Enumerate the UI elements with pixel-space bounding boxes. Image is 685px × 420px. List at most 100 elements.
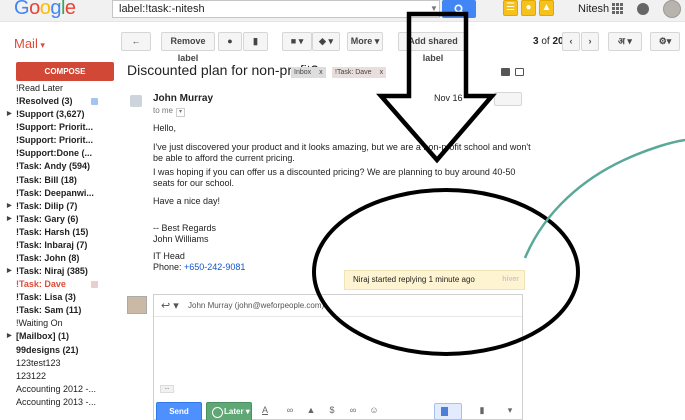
sidebar-label-text: !Task: John (8) bbox=[16, 253, 80, 264]
reply-recipient[interactable]: John Murray (john@weforpeople.com) bbox=[188, 301, 324, 310]
phone-line: Phone: +650-242-9081 bbox=[153, 262, 245, 274]
new-window-icon[interactable] bbox=[515, 68, 524, 76]
expand-label-icon[interactable]: ▶ bbox=[7, 265, 12, 278]
remove-chip-icon[interactable]: x bbox=[319, 69, 323, 76]
label-chip-task-dave[interactable]: !Task: Dave x bbox=[332, 67, 387, 78]
person-extension-icon[interactable]: ▲ bbox=[539, 0, 554, 16]
sidebar-label-item[interactable]: !Task: Bill (18) bbox=[0, 174, 120, 187]
insert-money-icon[interactable]: $ bbox=[327, 405, 337, 416]
send-button[interactable]: Send bbox=[156, 402, 202, 420]
sidebar-label-item[interactable]: !Task: Lisa (3) bbox=[0, 291, 120, 304]
sidebar-label-item[interactable]: ▶ !Task: Gary (6) bbox=[0, 213, 120, 226]
search-input[interactable]: label:!task:-nitesh bbox=[112, 0, 440, 18]
sidebar-label-item[interactable]: ▶ [Mailbox] (1) bbox=[0, 330, 120, 343]
bell-extension-icon[interactable]: ● bbox=[521, 0, 536, 16]
message-date: Nov 16 bbox=[434, 93, 463, 103]
sidebar-label-item[interactable]: !Support:Done (... bbox=[0, 147, 120, 160]
label-color-swatch[interactable] bbox=[91, 98, 98, 106]
phone-link[interactable]: +650-242-9081 bbox=[184, 262, 245, 272]
mail-switcher[interactable]: Mail bbox=[14, 36, 45, 51]
sidebar-label-item[interactable]: ▶ !Task: Dilip (7) bbox=[0, 200, 120, 213]
sidebar-label-item[interactable]: 123test123 bbox=[0, 357, 120, 370]
discard-draft-trash-icon[interactable]: ▮ bbox=[477, 405, 487, 416]
sidebar-label-item[interactable]: !Task: Deepanwi... bbox=[0, 187, 120, 200]
expand-label-icon[interactable]: ▶ bbox=[7, 330, 12, 343]
sidebar-label-text: !Task: Inbaraj (7) bbox=[16, 239, 88, 250]
more-options-caret-icon[interactable]: ▾ bbox=[505, 405, 515, 416]
pager-current: 3 bbox=[533, 36, 539, 47]
user-name[interactable]: Nitesh bbox=[578, 3, 609, 15]
remove-chip-icon[interactable]: x bbox=[380, 69, 384, 76]
more-button[interactable]: More ▾ bbox=[347, 32, 383, 51]
sidebar-label-item[interactable]: !Task: Dave bbox=[0, 278, 120, 291]
sidebar-label-text: Accounting 2013 -... bbox=[16, 396, 97, 407]
sidebar-label-item[interactable]: !Waiting On bbox=[0, 317, 120, 330]
sidebar-label-item[interactable]: ▶ !Support (3,627) bbox=[0, 108, 120, 121]
attach-files-icon[interactable]: ∞ bbox=[285, 405, 295, 416]
annotation-curve bbox=[523, 138, 685, 259]
send-later-button[interactable]: Later ▾ bbox=[206, 402, 252, 420]
sidebar-label-item[interactable]: !Support: Priorit... bbox=[0, 134, 120, 147]
reply-dropdown-button[interactable] bbox=[494, 92, 522, 106]
sidebar-label-item[interactable]: !Task: Sam (11) bbox=[0, 304, 120, 317]
sidebar-label-text: [Mailbox] (1) bbox=[16, 331, 69, 342]
sidebar-label-item[interactable]: !Task: Andy (594) bbox=[0, 160, 120, 173]
label-color-swatch[interactable] bbox=[91, 281, 98, 289]
search-options-caret-icon[interactable]: ▼ bbox=[430, 4, 438, 13]
sidebar-label-text: !Resolved (3) bbox=[16, 96, 73, 107]
remove-label-button[interactable]: Remove label bbox=[161, 32, 215, 63]
google-logo[interactable]: Google bbox=[14, 0, 76, 20]
settings-gear-icon[interactable]: ⚙▾ bbox=[650, 32, 680, 51]
body-line: IT Head bbox=[153, 251, 185, 261]
layers-extension-icon[interactable]: ☰ bbox=[503, 0, 518, 16]
expand-label-icon[interactable]: ▶ bbox=[7, 108, 12, 121]
search-icon bbox=[454, 4, 465, 15]
sidebar-label-item[interactable]: 123122 bbox=[0, 370, 120, 383]
sidebar-label-text: !Support: Priorit... bbox=[16, 135, 93, 146]
delete-trash-icon[interactable]: ▮ bbox=[243, 32, 268, 51]
sidebar-label-item[interactable]: !Task: John (8) bbox=[0, 252, 120, 265]
more-button-label: More bbox=[350, 36, 373, 46]
formatting-options-icon[interactable]: A bbox=[260, 405, 270, 416]
sidebar-label-item[interactable]: !Resolved (3) bbox=[0, 95, 120, 108]
recipients-line[interactable]: to me ▾ bbox=[153, 106, 186, 117]
next-conversation-button[interactable]: › bbox=[581, 32, 599, 51]
sidebar-label-text: !Read Later bbox=[16, 83, 64, 93]
sidebar-label-item[interactable]: !Read Later bbox=[0, 82, 120, 95]
label-chip-inbox[interactable]: Inbox x bbox=[291, 67, 326, 78]
notifications-icon[interactable] bbox=[637, 3, 649, 15]
sender-name[interactable]: John Murray bbox=[153, 93, 213, 104]
expand-label-icon[interactable]: ▶ bbox=[7, 200, 12, 213]
account-avatar[interactable] bbox=[663, 0, 681, 18]
sidebar-label-item[interactable]: !Support: Priorit... bbox=[0, 121, 120, 134]
label-list: !Read Later !Resolved (3) ▶ !Support (3,627… bbox=[0, 82, 120, 409]
sidebar-label-text: !Task: Dave bbox=[16, 279, 66, 290]
insert-link-icon[interactable]: ∞ bbox=[348, 405, 358, 416]
sidebar-label-item[interactable]: ▶ !Task: Niraj (385) bbox=[0, 265, 120, 278]
search-button[interactable] bbox=[442, 0, 476, 18]
move-to-folder-button[interactable]: ■ ▾ bbox=[282, 32, 312, 51]
print-icon[interactable] bbox=[501, 68, 510, 76]
expand-label-icon[interactable]: ▶ bbox=[7, 213, 12, 226]
compose-button[interactable]: COMPOSE bbox=[16, 62, 114, 81]
body-line: John Williams bbox=[153, 234, 209, 244]
sidebar-label-text: !Task: Dilip (7) bbox=[16, 200, 78, 211]
reply-type-icon[interactable]: ↩ ▾ bbox=[161, 299, 179, 312]
sidebar-label-item[interactable]: Accounting 2013 -... bbox=[0, 396, 120, 409]
pager: 3 of 20 bbox=[533, 36, 564, 47]
sidebar-label-item[interactable]: Accounting 2012 -... bbox=[0, 383, 120, 396]
labels-tag-button[interactable]: ◆ ▾ bbox=[312, 32, 340, 51]
input-tools-button[interactable]: अ ▾ bbox=[608, 32, 642, 51]
sidebar-label-item[interactable]: 99designs (21) bbox=[0, 344, 120, 357]
apps-grid-icon[interactable] bbox=[612, 3, 624, 15]
templates-button[interactable] bbox=[434, 403, 462, 420]
sidebar-label-item[interactable]: !Task: Inbaraj (7) bbox=[0, 239, 120, 252]
previous-conversation-button[interactable]: ‹ bbox=[562, 32, 580, 51]
back-button[interactable]: ← bbox=[121, 32, 151, 51]
insert-emoji-icon[interactable]: ☺ bbox=[369, 405, 379, 416]
sidebar-label-item[interactable]: !Task: Harsh (15) bbox=[0, 226, 120, 239]
show-trimmed-content-button[interactable]: ... bbox=[160, 385, 174, 393]
add-shared-label-button[interactable]: Add shared label bbox=[398, 32, 468, 63]
insert-drive-icon[interactable]: ▲ bbox=[306, 405, 316, 416]
report-spam-button[interactable]: ● bbox=[218, 32, 242, 51]
